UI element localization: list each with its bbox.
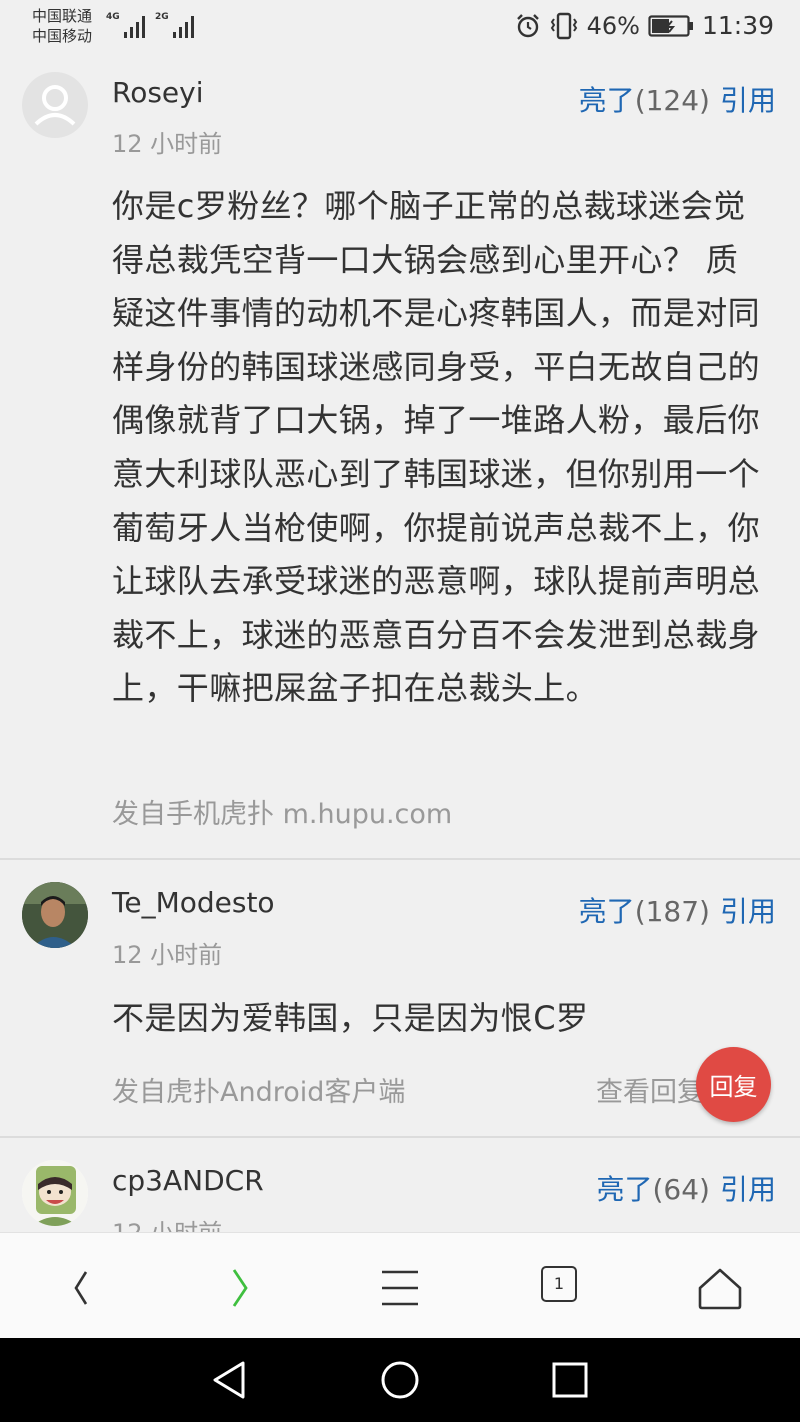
status-right-group: 46% 11:39 (515, 11, 774, 40)
post-time: 12 小时前 (112, 130, 223, 158)
post-actions: 亮了(64) 引用 (596, 1168, 776, 1208)
cartoon-avatar-icon (22, 1160, 88, 1226)
post-actions: 亮了(124) 引用 (579, 79, 776, 119)
battery-icon (648, 14, 693, 37)
comment-post: cp3ANDCR 12 小时前 亮了(64) 引用 (0, 1138, 800, 1232)
reply-fab-button[interactable]: 回复 (696, 1047, 771, 1122)
battery-percent: 46% (586, 11, 640, 40)
menu-icon[interactable] (370, 1258, 430, 1318)
username[interactable]: Te_Modesto (112, 886, 275, 919)
nav-back-icon[interactable] (205, 1355, 255, 1405)
like-button[interactable]: 亮了(187) (579, 895, 710, 928)
username[interactable]: cp3ANDCR (112, 1164, 264, 1197)
like-button[interactable]: 亮了(124) (579, 84, 710, 117)
post-time: 12 小时前 (112, 941, 223, 969)
network-type-2: 2G (155, 12, 169, 22)
avatar[interactable] (22, 72, 88, 138)
carrier-2: 中国移动 (32, 27, 93, 45)
like-label: 亮了 (578, 84, 635, 117)
post-content: 不是因为爱韩国，只是因为恨C罗 (112, 999, 589, 1037)
like-count: (187) (634, 895, 710, 928)
quote-button[interactable]: 引用 (720, 1173, 776, 1206)
browser-toolbar (0, 1232, 800, 1339)
forward-icon[interactable] (210, 1258, 270, 1318)
home-icon[interactable] (690, 1258, 750, 1318)
comment-post: Roseyi 12 小时前 亮了(124) 引用 你是c罗粉丝？哪个脑子正常的总裁… (0, 54, 800, 858)
vibrate-icon (550, 12, 577, 39)
view-replies-link[interactable]: 查看回复 (596, 1070, 706, 1109)
alarm-icon (516, 13, 539, 37)
default-avatar-icon (34, 85, 76, 126)
post-source: 发自虎扑Android客户端 (112, 1077, 406, 1108)
post-time: 12 小时前 (112, 1213, 222, 1232)
username[interactable]: Roseyi (112, 76, 204, 109)
user-photo-icon (22, 882, 88, 948)
like-label: 亮了 (596, 1173, 653, 1206)
post-actions: 亮了(187) 引用 (579, 890, 776, 930)
like-button[interactable]: 亮了(64) (596, 1173, 710, 1206)
like-count: (64) (652, 1173, 710, 1206)
network-type-1: 4G (106, 12, 120, 22)
like-label: 亮了 (578, 895, 635, 928)
avatar[interactable] (22, 1160, 88, 1226)
tabs-button[interactable]: 1 (541, 1266, 577, 1302)
quote-button[interactable]: 引用 (720, 895, 776, 928)
like-count: (124) (634, 84, 710, 117)
post-source: 发自手机虎扑 m.hupu.com (112, 799, 453, 830)
nav-recents-icon[interactable] (545, 1355, 595, 1405)
carrier-info: 中国联通 中国移动 (32, 6, 92, 46)
system-nav-bar (0, 1338, 800, 1422)
nav-home-icon[interactable] (375, 1355, 425, 1405)
status-bar: 中国联通 中国移动 4G 2G 46% 11:39 (0, 0, 800, 54)
clock: 11:39 (701, 11, 774, 40)
quote-button[interactable]: 引用 (720, 84, 776, 117)
back-icon[interactable] (50, 1258, 110, 1318)
avatar[interactable] (22, 882, 88, 948)
carrier-1: 中国联通 (32, 7, 93, 25)
comment-post: Te_Modesto 12 小时前 亮了(187) 引用 不是因为爱韩国，只是因为… (0, 860, 800, 1136)
post-content: 你是c罗粉丝？哪个脑子正常的总裁球迷会觉得总裁凭空背一口大锅会感到心里开心？ 质… (112, 187, 761, 708)
